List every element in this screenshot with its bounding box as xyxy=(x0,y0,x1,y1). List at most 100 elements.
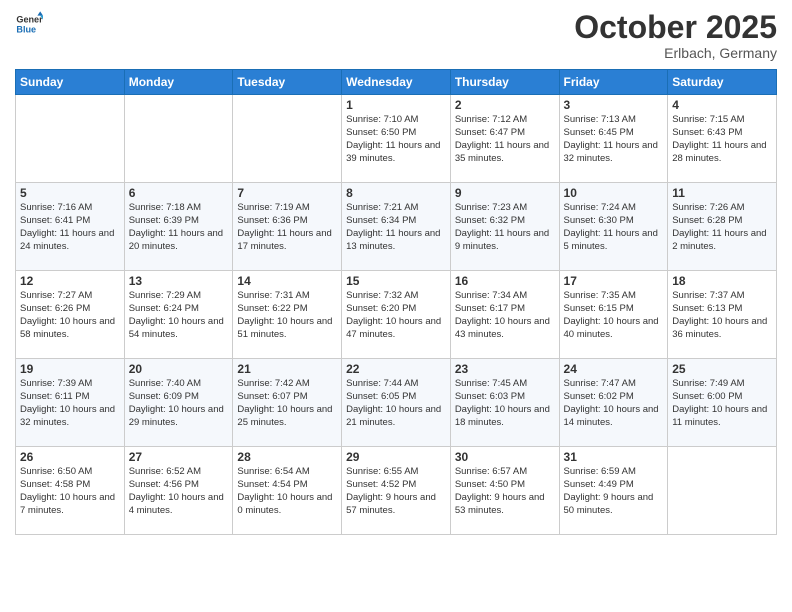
col-thursday: Thursday xyxy=(450,70,559,95)
day-info: Sunrise: 6:54 AM Sunset: 4:54 PM Dayligh… xyxy=(237,466,337,517)
col-tuesday: Tuesday xyxy=(233,70,342,95)
calendar-cell-w2-d2: 6 Sunrise: 7:18 AM Sunset: 6:39 PM Daylig… xyxy=(124,183,233,271)
day-number: 12 xyxy=(20,274,120,288)
calendar-cell-w4-d5: 23Sunrise: 7:45 AM Sunset: 6:03 PM Dayli… xyxy=(450,359,559,447)
day-info: Sunrise: 7:21 AM Sunset: 6:34 PM Dayligh… xyxy=(346,202,446,253)
calendar-week-2: 5Sunrise: 7:16 AM Sunset: 6:41 PM Daylig… xyxy=(16,183,777,271)
calendar-cell-w3-d1: 12 Sunrise: 7:27 AM Sunset: 6:26 PM Dayli… xyxy=(16,271,125,359)
day-info: Sunrise: 6:50 AM Sunset: 4:58 PM Dayligh… xyxy=(20,466,120,517)
calendar-cell-w4-d4: 22 Sunrise: 7:44 AM Sunset: 6:05 PM Dayli… xyxy=(342,359,451,447)
calendar-cell-w5-d4: 29 Sunrise: 6:55 AM Sunset: 4:52 PM Dayli… xyxy=(342,447,451,535)
logo: General Blue xyxy=(15,10,43,38)
day-number: 13 xyxy=(129,274,229,288)
calendar-header-row: Sunday Monday Tuesday Wednesday Thursday… xyxy=(16,70,777,95)
day-number: 15 xyxy=(346,274,446,288)
day-info: Sunrise: 7:40 AM Sunset: 6:09 PM Dayligh… xyxy=(129,378,229,429)
day-info: Sunrise: 7:29 AM Sunset: 6:24 PM Dayligh… xyxy=(129,290,229,341)
day-number: 17 xyxy=(564,274,664,288)
calendar-cell-w3-d2: 13 Sunrise: 7:29 AM Sunset: 6:24 PM Dayli… xyxy=(124,271,233,359)
title-block: October 2025 Erlbach, Germany xyxy=(574,10,777,61)
day-info: Sunrise: 6:55 AM Sunset: 4:52 PM Dayligh… xyxy=(346,466,446,517)
day-number: 25 xyxy=(672,362,772,376)
calendar-cell-w2-d4: 8Sunrise: 7:21 AM Sunset: 6:34 PM Daylig… xyxy=(342,183,451,271)
day-info: Sunrise: 7:13 AM Sunset: 6:45 PM Dayligh… xyxy=(564,114,664,165)
day-number: 20 xyxy=(129,362,229,376)
calendar-cell-w2-d7: 11Sunrise: 7:26 AM Sunset: 6:28 PM Dayli… xyxy=(668,183,777,271)
day-number: 2 xyxy=(455,98,555,112)
calendar-cell-w2-d3: 7 Sunrise: 7:19 AM Sunset: 6:36 PM Daylig… xyxy=(233,183,342,271)
day-number: 11 xyxy=(672,186,772,200)
calendar-cell-w1-d6: 3 Sunrise: 7:13 AM Sunset: 6:45 PM Daylig… xyxy=(559,95,668,183)
day-info: Sunrise: 7:18 AM Sunset: 6:39 PM Dayligh… xyxy=(129,202,229,253)
day-number: 18 xyxy=(672,274,772,288)
day-info: Sunrise: 7:49 AM Sunset: 6:00 PM Dayligh… xyxy=(672,378,772,429)
day-info: Sunrise: 7:16 AM Sunset: 6:41 PM Dayligh… xyxy=(20,202,120,253)
col-sunday: Sunday xyxy=(16,70,125,95)
calendar-cell-w5-d7 xyxy=(668,447,777,535)
col-monday: Monday xyxy=(124,70,233,95)
calendar-cell-w5-d3: 28 Sunrise: 6:54 AM Sunset: 4:54 PM Dayli… xyxy=(233,447,342,535)
calendar-cell-w5-d1: 26Sunrise: 6:50 AM Sunset: 4:58 PM Dayli… xyxy=(16,447,125,535)
calendar-cell-w4-d2: 20 Sunrise: 7:40 AM Sunset: 6:09 PM Dayli… xyxy=(124,359,233,447)
col-saturday: Saturday xyxy=(668,70,777,95)
day-number: 7 xyxy=(237,186,337,200)
day-info: Sunrise: 7:27 AM Sunset: 6:26 PM Dayligh… xyxy=(20,290,120,341)
day-info: Sunrise: 6:57 AM Sunset: 4:50 PM Dayligh… xyxy=(455,466,555,517)
calendar-cell-w3-d7: 18Sunrise: 7:37 AM Sunset: 6:13 PM Dayli… xyxy=(668,271,777,359)
day-info: Sunrise: 7:24 AM Sunset: 6:30 PM Dayligh… xyxy=(564,202,664,253)
day-number: 21 xyxy=(237,362,337,376)
calendar-cell-w2-d6: 10 Sunrise: 7:24 AM Sunset: 6:30 PM Dayli… xyxy=(559,183,668,271)
day-number: 24 xyxy=(564,362,664,376)
svg-text:General: General xyxy=(16,15,43,25)
calendar-cell-w4-d7: 25 Sunrise: 7:49 AM Sunset: 6:00 PM Dayli… xyxy=(668,359,777,447)
day-info: Sunrise: 7:34 AM Sunset: 6:17 PM Dayligh… xyxy=(455,290,555,341)
day-number: 31 xyxy=(564,450,664,464)
day-info: Sunrise: 7:10 AM Sunset: 6:50 PM Dayligh… xyxy=(346,114,446,165)
calendar-cell-w3-d3: 14Sunrise: 7:31 AM Sunset: 6:22 PM Dayli… xyxy=(233,271,342,359)
calendar-cell-w4-d6: 24Sunrise: 7:47 AM Sunset: 6:02 PM Dayli… xyxy=(559,359,668,447)
day-number: 1 xyxy=(346,98,446,112)
logo-icon: General Blue xyxy=(15,10,43,38)
calendar-week-1: 1 Sunrise: 7:10 AM Sunset: 6:50 PM Daylig… xyxy=(16,95,777,183)
calendar-cell-w4-d3: 21Sunrise: 7:42 AM Sunset: 6:07 PM Dayli… xyxy=(233,359,342,447)
day-info: Sunrise: 6:52 AM Sunset: 4:56 PM Dayligh… xyxy=(129,466,229,517)
day-number: 30 xyxy=(455,450,555,464)
location: Erlbach, Germany xyxy=(574,45,777,61)
calendar-cell-w1-d4: 1 Sunrise: 7:10 AM Sunset: 6:50 PM Daylig… xyxy=(342,95,451,183)
day-info: Sunrise: 7:45 AM Sunset: 6:03 PM Dayligh… xyxy=(455,378,555,429)
calendar-cell-w1-d7: 4 Sunrise: 7:15 AM Sunset: 6:43 PM Daylig… xyxy=(668,95,777,183)
calendar-cell-w1-d5: 2Sunrise: 7:12 AM Sunset: 6:47 PM Daylig… xyxy=(450,95,559,183)
calendar-cell-w5-d2: 27Sunrise: 6:52 AM Sunset: 4:56 PM Dayli… xyxy=(124,447,233,535)
calendar-cell-w2-d5: 9 Sunrise: 7:23 AM Sunset: 6:32 PM Daylig… xyxy=(450,183,559,271)
day-info: Sunrise: 7:23 AM Sunset: 6:32 PM Dayligh… xyxy=(455,202,555,253)
day-number: 9 xyxy=(455,186,555,200)
month-title: October 2025 xyxy=(574,10,777,45)
calendar-table: Sunday Monday Tuesday Wednesday Thursday… xyxy=(15,69,777,535)
day-info: Sunrise: 6:59 AM Sunset: 4:49 PM Dayligh… xyxy=(564,466,664,517)
day-info: Sunrise: 7:44 AM Sunset: 6:05 PM Dayligh… xyxy=(346,378,446,429)
day-number: 3 xyxy=(564,98,664,112)
page-header: General Blue October 2025 Erlbach, Germa… xyxy=(15,10,777,61)
day-info: Sunrise: 7:35 AM Sunset: 6:15 PM Dayligh… xyxy=(564,290,664,341)
day-number: 6 xyxy=(129,186,229,200)
day-number: 4 xyxy=(672,98,772,112)
col-wednesday: Wednesday xyxy=(342,70,451,95)
calendar-cell-w4-d1: 19Sunrise: 7:39 AM Sunset: 6:11 PM Dayli… xyxy=(16,359,125,447)
day-number: 28 xyxy=(237,450,337,464)
svg-text:Blue: Blue xyxy=(16,24,36,34)
day-info: Sunrise: 7:19 AM Sunset: 6:36 PM Dayligh… xyxy=(237,202,337,253)
calendar-cell-w1-d2 xyxy=(124,95,233,183)
calendar-cell-w2-d1: 5Sunrise: 7:16 AM Sunset: 6:41 PM Daylig… xyxy=(16,183,125,271)
day-info: Sunrise: 7:15 AM Sunset: 6:43 PM Dayligh… xyxy=(672,114,772,165)
day-number: 16 xyxy=(455,274,555,288)
col-friday: Friday xyxy=(559,70,668,95)
calendar-cell-w3-d5: 16 Sunrise: 7:34 AM Sunset: 6:17 PM Dayli… xyxy=(450,271,559,359)
calendar-cell-w3-d4: 15Sunrise: 7:32 AM Sunset: 6:20 PM Dayli… xyxy=(342,271,451,359)
day-number: 10 xyxy=(564,186,664,200)
calendar-week-4: 19Sunrise: 7:39 AM Sunset: 6:11 PM Dayli… xyxy=(16,359,777,447)
day-number: 22 xyxy=(346,362,446,376)
calendar-week-5: 26Sunrise: 6:50 AM Sunset: 4:58 PM Dayli… xyxy=(16,447,777,535)
day-number: 29 xyxy=(346,450,446,464)
calendar-cell-w1-d1 xyxy=(16,95,125,183)
day-info: Sunrise: 7:39 AM Sunset: 6:11 PM Dayligh… xyxy=(20,378,120,429)
